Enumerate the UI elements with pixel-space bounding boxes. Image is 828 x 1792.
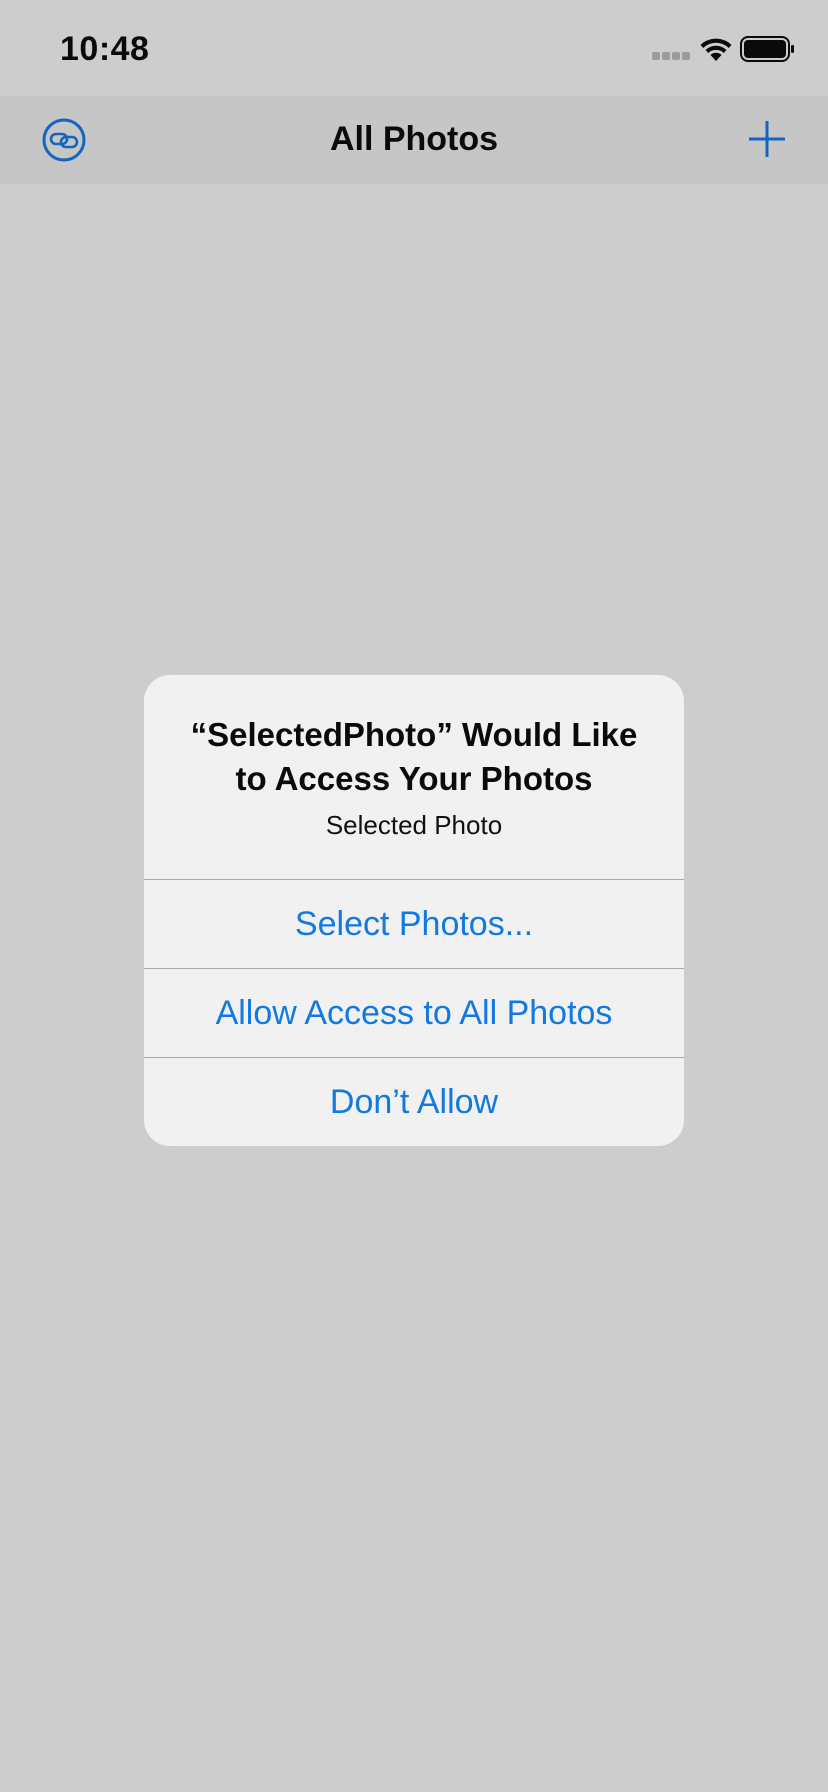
alert-title: “SelectedPhoto” Would Like to Access You…	[190, 716, 638, 797]
page-title: All Photos	[329, 120, 499, 158]
alert-message: Selected Photo	[325, 810, 503, 840]
select-photos-button[interactable]: Select Photos...	[144, 879, 684, 968]
alert-header: “SelectedPhoto” Would Like to Access You…	[144, 675, 684, 879]
battery-icon	[740, 36, 794, 62]
navigation-bar: All Photos	[0, 96, 828, 184]
status-time: 10:48	[60, 30, 150, 68]
wifi-icon	[700, 38, 732, 61]
add-button[interactable]	[746, 118, 788, 160]
photo-access-alert: “SelectedPhoto” Would Like to Access You…	[144, 675, 684, 1146]
plus-icon	[749, 121, 785, 157]
dont-allow-button[interactable]: Don’t Allow	[144, 1057, 684, 1146]
cellular-signal-icon	[652, 52, 692, 62]
allow-all-photos-button[interactable]: Allow Access to All Photos	[144, 968, 684, 1057]
status-bar: 10:48	[0, 0, 828, 96]
